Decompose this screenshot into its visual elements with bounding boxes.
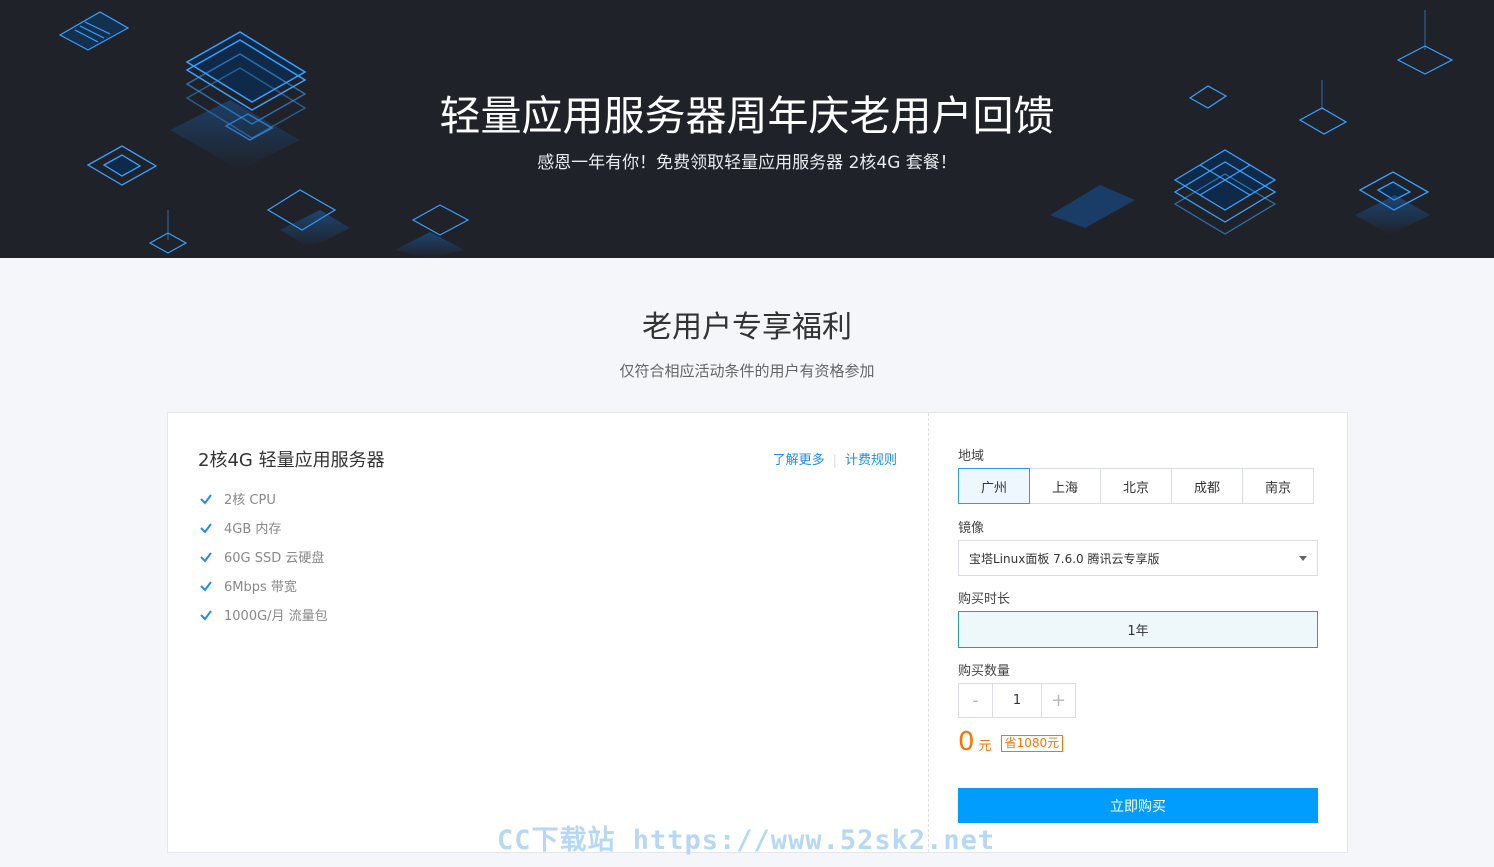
section-title: 老用户专享福利 <box>642 310 852 345</box>
image-select[interactable]: 宝塔Linux面板 7.6.0 腾讯云专享版 <box>958 540 1318 576</box>
region-option-chengdu[interactable]: 成都 <box>1171 468 1243 504</box>
quantity-decrement-button[interactable]: - <box>958 683 993 718</box>
feature-item: 2核 CPU <box>199 484 328 513</box>
price-value: 0 <box>958 727 975 757</box>
quantity-input[interactable]: 1 <box>993 683 1041 718</box>
quantity-label: 购买数量 <box>958 664 1011 679</box>
hero-title: 轻量应用服务器周年庆老用户回馈 <box>439 92 1055 140</box>
region-option-nanjing[interactable]: 南京 <box>1242 468 1314 504</box>
feature-text: 2核 CPU <box>224 493 276 508</box>
check-icon <box>200 551 212 563</box>
doc-icon <box>58 11 130 51</box>
image-select-value: 宝塔Linux面板 7.6.0 腾讯云专享版 <box>969 551 1160 566</box>
region-option-beijing[interactable]: 北京 <box>1100 468 1172 504</box>
image-label: 镜像 <box>958 521 985 536</box>
section-subtitle: 仅符合相应活动条件的用户有资格参加 <box>619 362 875 380</box>
billing-rules-link[interactable]: 计费规则 <box>845 453 897 468</box>
feature-list: 2核 CPU 4GB 内存 60G SSD 云硬盘 6Mbps 带宽 1000G… <box>199 484 328 629</box>
offer-card: 2核4G 轻量应用服务器 了解更多 | 计费规则 2核 CPU 4GB 内存 60G… <box>167 412 1348 853</box>
feature-text: 60G SSD 云硬盘 <box>224 551 325 566</box>
feature-item: 1000G/月 流量包 <box>199 600 328 629</box>
feature-text: 4GB 内存 <box>224 522 282 537</box>
quantity-stepper: - 1 + <box>958 683 1076 718</box>
region-option-guangzhou[interactable]: 广州 <box>958 468 1030 504</box>
check-icon <box>200 609 212 621</box>
watermark: CC下载站 https://www.52sk2.net <box>497 825 996 856</box>
learn-more-link[interactable]: 了解更多 <box>773 453 825 468</box>
buy-now-button[interactable]: 立即购买 <box>958 788 1318 823</box>
check-icon <box>200 522 212 534</box>
hero-banner: 轻量应用服务器周年庆老用户回馈 感恩一年有你！免费领取轻量应用服务器 2核4G … <box>0 0 1494 258</box>
feature-item: 6Mbps 带宽 <box>199 571 328 600</box>
price-display: 0 元 省1080元 <box>958 727 1064 757</box>
feature-item: 60G SSD 云硬盘 <box>199 542 328 571</box>
product-info: 2核4G 轻量应用服务器 了解更多 | 计费规则 2核 CPU 4GB 内存 60G… <box>168 413 928 852</box>
duration-label: 购买时长 <box>958 592 1011 607</box>
product-name: 2核4G 轻量应用服务器 <box>198 450 385 471</box>
feature-text: 6Mbps 带宽 <box>224 580 297 595</box>
region-label: 地域 <box>958 449 985 464</box>
card-divider <box>928 413 929 852</box>
duration-option-1-year[interactable]: 1年 <box>958 611 1318 648</box>
savings-badge: 省1080元 <box>1000 735 1064 752</box>
region-selector: 广州 上海 北京 成都 南京 <box>958 468 1314 504</box>
chevron-down-icon <box>1299 556 1307 561</box>
quantity-increment-button[interactable]: + <box>1041 683 1076 718</box>
link-separator: | <box>832 453 837 468</box>
feature-text: 1000G/月 流量包 <box>224 609 328 624</box>
hero-subtitle: 感恩一年有你！免费领取轻量应用服务器 2核4G 套餐！ <box>537 153 957 173</box>
check-icon <box>200 580 212 592</box>
price-unit: 元 <box>978 739 992 754</box>
product-links: 了解更多 | 计费规则 <box>773 449 897 468</box>
region-option-shanghai[interactable]: 上海 <box>1029 468 1101 504</box>
check-icon <box>200 493 212 505</box>
feature-item: 4GB 内存 <box>199 513 328 542</box>
